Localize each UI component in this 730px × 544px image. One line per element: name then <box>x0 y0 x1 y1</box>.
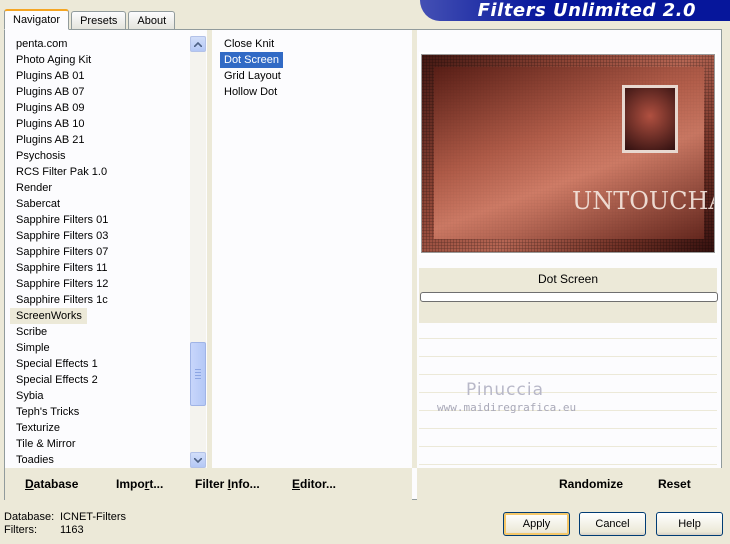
app-banner: Filters Unlimited 2.0 <box>420 0 730 21</box>
parameter-row <box>419 449 717 465</box>
navigator-panel: penta.com Photo Aging Kit Plugins AB 01 Plu… <box>4 29 723 500</box>
divider <box>207 30 212 468</box>
category-item[interactable]: Teph's Tricks <box>10 404 192 420</box>
editor-button[interactable]: Editor... <box>292 476 336 492</box>
parameter-row <box>419 431 717 447</box>
filters-label: Filters: <box>4 524 37 536</box>
category-item[interactable]: Photo Aging Kit <box>10 52 192 68</box>
progress-bar <box>420 292 718 302</box>
category-list[interactable]: penta.com Photo Aging Kit Plugins AB 01 Plu… <box>10 36 192 468</box>
category-item[interactable]: Sapphire Filters 12 <box>10 276 192 292</box>
tab-navigator[interactable]: Navigator <box>4 9 70 30</box>
database-button[interactable]: Database <box>25 476 78 492</box>
category-item[interactable]: Sapphire Filters 01 <box>10 212 192 228</box>
filter-info-button[interactable]: Filter Info... <box>195 476 260 492</box>
current-filter-name: Dot Screen <box>537 272 599 286</box>
randomize-button[interactable]: Randomize <box>559 476 623 492</box>
category-item[interactable]: Plugins AB 09 <box>10 100 192 116</box>
parameter-row <box>419 377 717 393</box>
category-item[interactable]: Sapphire Filters 11 <box>10 260 192 276</box>
filter-name-box: Dot Screen <box>419 268 718 323</box>
parameter-row <box>419 341 717 357</box>
tab-about[interactable]: About <box>128 11 176 29</box>
database-label: Database: <box>4 511 55 523</box>
category-item[interactable]: Simple <box>10 340 192 356</box>
parameter-row <box>419 359 717 375</box>
chevron-up-icon <box>194 41 202 47</box>
help-button[interactable]: Help <box>656 512 723 536</box>
category-scrollbar[interactable] <box>190 36 206 468</box>
import-button[interactable]: Import... <box>116 476 163 492</box>
filter-list[interactable]: Close Knit Dot Screen Grid Layout Hollow Do… <box>220 36 410 100</box>
category-item[interactable]: Render <box>10 180 192 196</box>
category-item[interactable]: Plugins AB 07 <box>10 84 192 100</box>
category-item[interactable]: Sapphire Filters 03 <box>10 228 192 244</box>
banner-title: Filters Unlimited 2.0 <box>477 0 696 21</box>
category-item[interactable]: Special Effects 1 <box>10 356 192 372</box>
category-item[interactable]: Toadies <box>10 452 192 468</box>
tab-presets[interactable]: Presets <box>71 11 127 29</box>
filter-item[interactable]: Hollow Dot <box>220 84 281 100</box>
category-item[interactable]: Plugins AB 01 <box>10 68 192 84</box>
chevron-down-icon <box>194 457 202 463</box>
reset-button[interactable]: Reset <box>658 476 691 492</box>
watermark-url: www.maidiregrafica.eu <box>437 401 577 414</box>
category-item[interactable]: Tile & Mirror <box>10 436 192 452</box>
cancel-button[interactable]: Cancel <box>579 512 646 536</box>
scroll-up-button[interactable] <box>190 36 206 52</box>
category-item[interactable]: ScreenWorks <box>10 308 87 324</box>
preview-inset-image <box>622 85 678 153</box>
preview-image: UNTOUCHABLE <box>421 54 715 253</box>
category-item[interactable]: Plugins AB 10 <box>10 116 192 132</box>
tab-strip: Navigator Presets About <box>4 9 177 30</box>
category-item[interactable]: RCS Filter Pak 1.0 <box>10 164 192 180</box>
database-value: ICNET-Filters <box>60 511 126 523</box>
filter-item[interactable]: Close Knit <box>220 36 278 52</box>
parameter-row <box>419 323 717 339</box>
apply-button[interactable]: Apply <box>503 512 570 536</box>
category-item[interactable]: Plugins AB 21 <box>10 132 192 148</box>
preview-caption: UNTOUCHABLE <box>572 187 714 215</box>
divider <box>412 30 417 468</box>
category-item[interactable]: Scribe <box>10 324 192 340</box>
category-item[interactable]: Special Effects 2 <box>10 372 192 388</box>
category-item[interactable]: Psychosis <box>10 148 192 164</box>
category-item[interactable]: Sabercat <box>10 196 192 212</box>
filter-item[interactable]: Dot Screen <box>220 52 284 68</box>
category-item[interactable]: Texturize <box>10 420 192 436</box>
scroll-thumb[interactable] <box>190 342 206 406</box>
scroll-down-button[interactable] <box>190 452 206 468</box>
filters-count: 1163 <box>60 524 84 536</box>
watermark-name: Pinuccia <box>466 380 544 400</box>
filter-item[interactable]: Grid Layout <box>220 68 285 84</box>
preview-frame: UNTOUCHABLE <box>419 52 717 255</box>
category-item[interactable]: penta.com <box>10 36 192 52</box>
category-item[interactable]: Sybia <box>10 388 192 404</box>
category-item[interactable]: Sapphire Filters 07 <box>10 244 192 260</box>
category-item[interactable]: Sapphire Filters 1c <box>10 292 192 308</box>
parameter-row <box>419 413 717 429</box>
status-info: Database: ICNET-Filters Filters: 1163 <box>4 511 126 537</box>
